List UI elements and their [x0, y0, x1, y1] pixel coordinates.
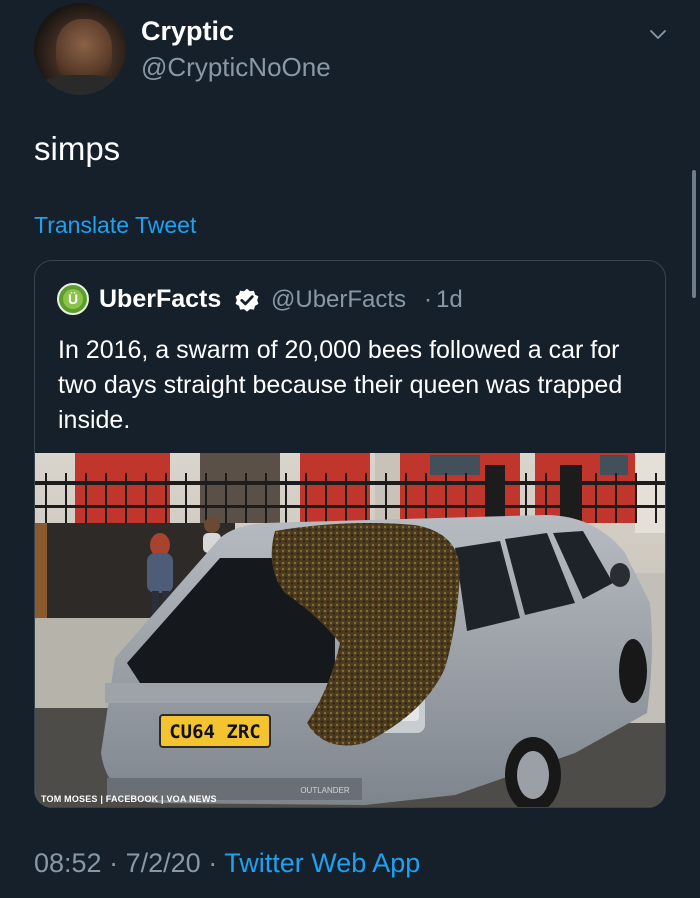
meta-separator: · [208, 848, 218, 878]
meta-separator: · [109, 848, 119, 878]
quoted-author-handle: @UberFacts [271, 286, 407, 313]
model-badge-text: OUTLANDER [300, 786, 350, 795]
photo-credit: TOM MOSES | FACEBOOK | VOA NEWS [41, 794, 217, 804]
quoted-avatar-letter: Ü [63, 289, 83, 309]
tweet-metadata: 08:52 · 7/2/20 · Twitter Web App [34, 848, 420, 879]
author-handle[interactable]: @CrypticNoOne [141, 52, 331, 83]
quoted-photo[interactable]: CU64 ZRC OUTLANDER [35, 453, 665, 807]
scrollbar[interactable] [692, 170, 696, 298]
quoted-age: 1d [436, 286, 463, 313]
verified-badge-icon [235, 288, 259, 312]
quoted-author-name: UberFacts [99, 285, 222, 313]
tweet-source-link[interactable]: Twitter Web App [224, 848, 420, 878]
quoted-separator: · [424, 286, 432, 313]
translate-tweet-link[interactable]: Translate Tweet [34, 212, 196, 239]
license-plate-text: CU64 ZRC [169, 721, 261, 743]
author-name[interactable]: Cryptic [141, 16, 234, 47]
quoted-avatar[interactable]: Ü [57, 283, 89, 315]
tweet-time: 08:52 [34, 848, 102, 878]
tweet-date: 7/2/20 [125, 848, 201, 878]
tweet-text: simps [34, 130, 121, 167]
quoted-tweet[interactable]: Ü UberFacts @UberFacts · 1d In 2016, a s… [34, 260, 666, 808]
avatar-face [56, 19, 112, 83]
avatar[interactable] [34, 3, 126, 95]
chevron-down-icon[interactable] [648, 24, 668, 44]
quoted-text: In 2016, a swarm of 20,000 bees followed… [58, 336, 623, 434]
avatar-shirt [39, 75, 125, 95]
